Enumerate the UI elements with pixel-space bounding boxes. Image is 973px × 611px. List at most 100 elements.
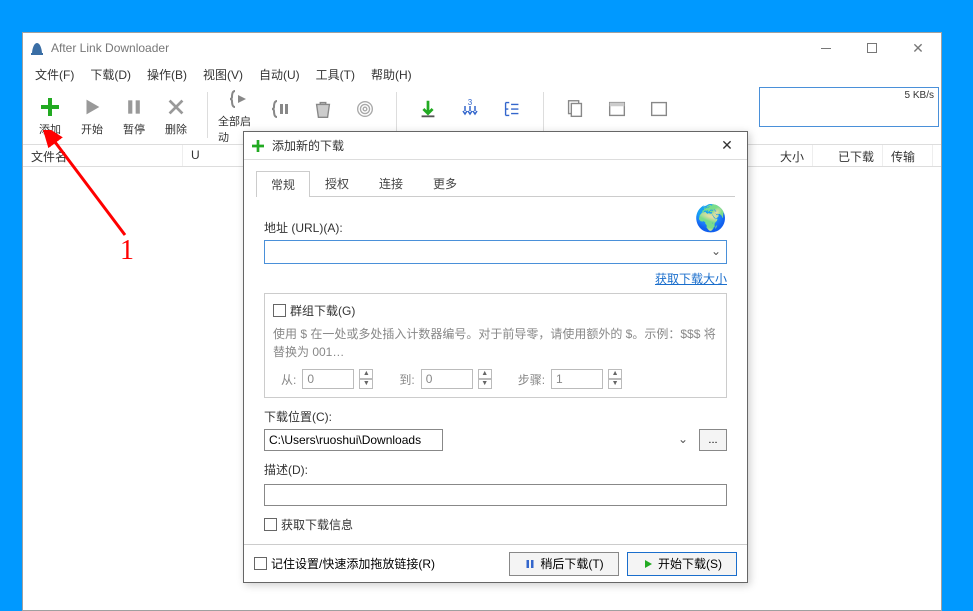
group-button[interactable]: x [491, 95, 533, 135]
tab-general[interactable]: 常规 [256, 171, 310, 197]
from-label: 从: [281, 371, 296, 388]
speed-button[interactable]: x [407, 95, 449, 135]
parallel-button[interactable]: 3 x [449, 95, 491, 135]
remember-checkbox[interactable] [254, 557, 267, 570]
group-download-checkbox[interactable] [273, 304, 286, 317]
titlebar: After Link Downloader ✕ [23, 33, 941, 63]
col-transfer[interactable]: 传输 [883, 145, 933, 166]
play-icon [78, 93, 106, 121]
toolbar-separator [207, 92, 208, 138]
open-button[interactable]: x [638, 95, 680, 135]
from-input[interactable] [302, 369, 354, 389]
pause-label: 暂停 [123, 121, 145, 137]
fetch-info-checkbox[interactable] [264, 518, 277, 531]
fingerprint-icon [351, 95, 379, 123]
step-input[interactable] [551, 369, 603, 389]
play-icon [642, 558, 654, 570]
list-icon [498, 95, 526, 123]
group-download-box: 群组下载(G) 使用 $ 在一处或多处插入计数器编号。对于前导零，请使用额外的 … [264, 293, 727, 398]
dialog-title: 添加新的下载 [272, 137, 344, 154]
pause-icon [524, 558, 536, 570]
col-size[interactable]: 大小 [743, 145, 813, 166]
delete-icon [162, 93, 190, 121]
plus-icon [250, 138, 266, 154]
dialog-close-button[interactable]: ✕ [707, 137, 747, 154]
step-label: 步骤: [518, 371, 545, 388]
dialog-tabs: 常规 授权 连接 更多 [256, 170, 735, 197]
to-spinner[interactable]: ▲▼ [478, 369, 492, 389]
svg-text:3: 3 [468, 98, 473, 107]
browser-button[interactable]: x [596, 95, 638, 135]
dialog-titlebar: 添加新的下载 ✕ [244, 132, 747, 160]
browse-button[interactable]: ... [699, 429, 727, 451]
to-input[interactable] [421, 369, 473, 389]
menu-file[interactable]: 文件(F) [27, 66, 82, 83]
fetch-info-label: 获取下载信息 [281, 516, 353, 533]
download-later-button[interactable]: 稍后下载(T) [509, 552, 619, 576]
pause-button[interactable]: 暂停 [113, 93, 155, 137]
start-label: 开始 [81, 121, 103, 137]
app-icon [29, 40, 45, 56]
start-button[interactable]: 开始 [71, 93, 113, 137]
minimize-icon [821, 48, 831, 49]
add-label: 添加 [39, 121, 61, 137]
maximize-button[interactable] [849, 33, 895, 63]
browser-icon [603, 95, 631, 123]
brace-pause-icon [267, 95, 295, 123]
parallel-icon: 3 [456, 95, 484, 123]
description-input[interactable] [264, 484, 727, 506]
url-label: 地址 (URL)(A): [264, 219, 727, 236]
add-button[interactable]: 添加 [29, 93, 71, 137]
start-download-button[interactable]: 开始下载(S) [627, 552, 737, 576]
location-input[interactable] [264, 429, 443, 451]
chevron-down-icon[interactable]: ⌄ [678, 432, 688, 446]
dialog-footer: 记住设置/快速添加拖放链接(R) 稍后下载(T) 开始下载(S) [244, 544, 747, 582]
copy-icon [561, 95, 589, 123]
open-icon [645, 95, 673, 123]
speed-value: 5 KB/s [905, 90, 934, 101]
location-label: 下载位置(C): [264, 408, 727, 425]
recycle-icon [309, 95, 337, 123]
minimize-button[interactable] [803, 33, 849, 63]
close-button[interactable]: ✕ [895, 33, 941, 63]
start-download-label: 开始下载(S) [658, 555, 722, 572]
from-spinner[interactable]: ▲▼ [359, 369, 373, 389]
chevron-down-icon[interactable]: ⌄ [711, 244, 721, 258]
speed-chart: 5 KB/s [759, 87, 939, 127]
col-downloaded[interactable]: 已下载 [813, 145, 883, 166]
dialog-body: 🌍 地址 (URL)(A): ⌄ 获取下载大小 群组下载(G) 使用 $ 在一处… [244, 197, 747, 545]
tab-connection[interactable]: 连接 [364, 170, 418, 196]
col-filename[interactable]: 文件名 [23, 145, 183, 166]
globe-icon: 🌍 [695, 203, 727, 234]
annotation-1: 1 [120, 235, 134, 267]
add-download-dialog: 添加新的下载 ✕ 常规 授权 连接 更多 🌍 地址 (URL)(A): ⌄ 获取… [243, 131, 748, 583]
menu-tools[interactable]: 工具(T) [308, 66, 363, 83]
brace-play-icon [225, 85, 253, 113]
tab-more[interactable]: 更多 [418, 170, 472, 196]
maximize-icon [867, 43, 877, 53]
tab-auth[interactable]: 授权 [310, 170, 364, 196]
menubar: 文件(F) 下载(D) 操作(B) 视图(V) 自动(U) 工具(T) 帮助(H… [23, 63, 941, 85]
delete-label: 删除 [165, 121, 187, 137]
remember-label: 记住设置/快速添加拖放链接(R) [271, 555, 435, 572]
window-title: After Link Downloader [51, 41, 169, 55]
close-icon: ✕ [912, 40, 924, 57]
plus-icon [36, 93, 64, 121]
menu-view[interactable]: 视图(V) [195, 66, 251, 83]
get-size-link[interactable]: 获取下载大小 [655, 272, 727, 286]
step-spinner[interactable]: ▲▼ [608, 369, 622, 389]
down-arrow-icon [414, 95, 442, 123]
menu-help[interactable]: 帮助(H) [363, 66, 420, 83]
menu-operate[interactable]: 操作(B) [139, 66, 195, 83]
group-hint: 使用 $ 在一处或多处插入计数器编号。对于前导零，请使用额外的 $。示例：$$$… [273, 325, 718, 361]
copy-url-button[interactable]: x [554, 95, 596, 135]
to-label: 到: [399, 371, 414, 388]
description-label: 描述(D): [264, 461, 727, 478]
group-download-label: 群组下载(G) [290, 302, 355, 319]
url-input[interactable] [264, 240, 727, 264]
menu-download[interactable]: 下载(D) [82, 66, 139, 83]
pause-icon [120, 93, 148, 121]
later-label: 稍后下载(T) [540, 555, 603, 572]
delete-button[interactable]: 删除 [155, 93, 197, 137]
menu-auto[interactable]: 自动(U) [251, 66, 308, 83]
